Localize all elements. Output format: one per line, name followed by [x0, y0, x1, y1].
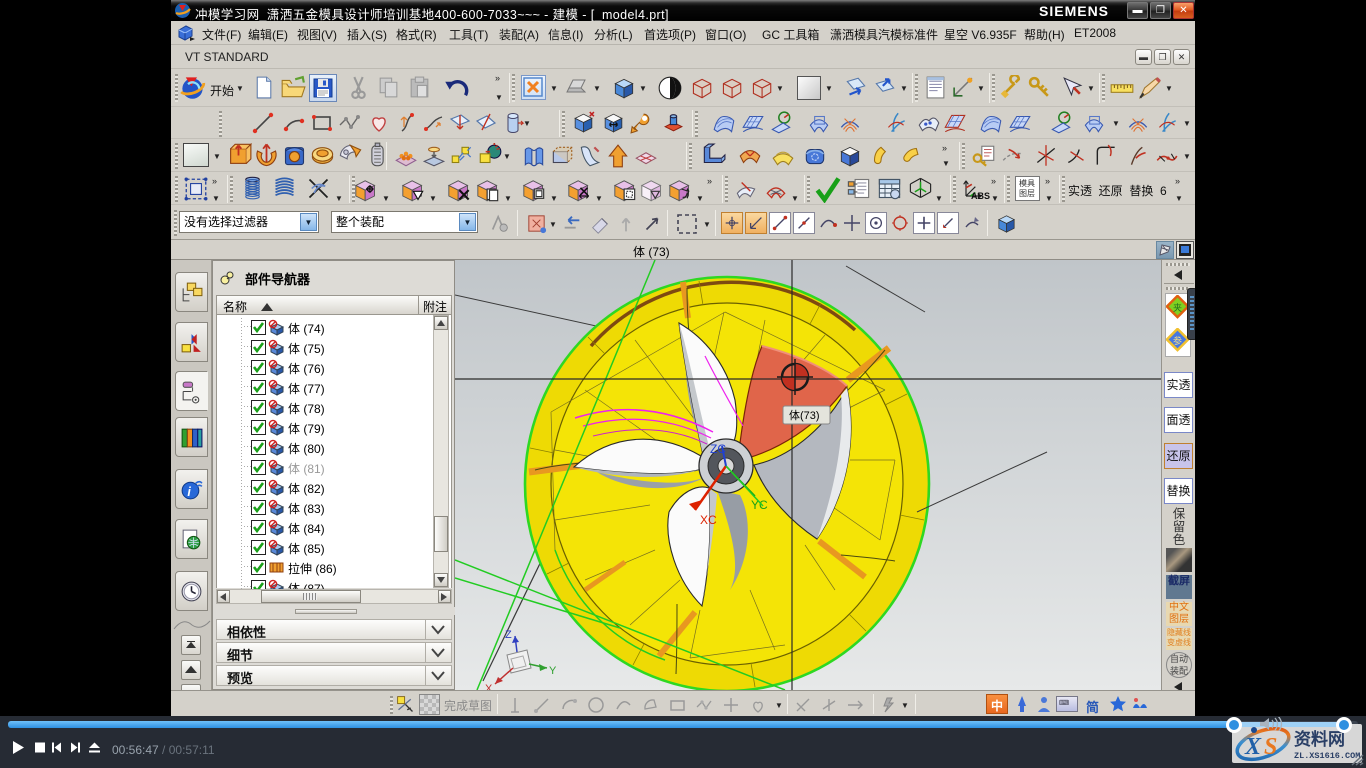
svg-text:体(73): 体(73)	[789, 408, 820, 422]
svg-text:XC: XC	[700, 513, 717, 527]
svg-text:Z: Z	[505, 629, 512, 641]
svg-text:YC: YC	[751, 498, 768, 512]
svg-text:参: 参	[1173, 335, 1182, 346]
svg-text:资料网: 资料网	[1294, 729, 1345, 749]
svg-text:夹: 夹	[1173, 302, 1182, 313]
svg-text:X: X	[1244, 734, 1262, 760]
svg-text:S: S	[1264, 734, 1277, 760]
svg-text:ZC: ZC	[710, 442, 726, 456]
svg-text:Y: Y	[549, 665, 557, 677]
svg-text:i: i	[187, 485, 191, 499]
svg-text:X: X	[485, 683, 493, 690]
